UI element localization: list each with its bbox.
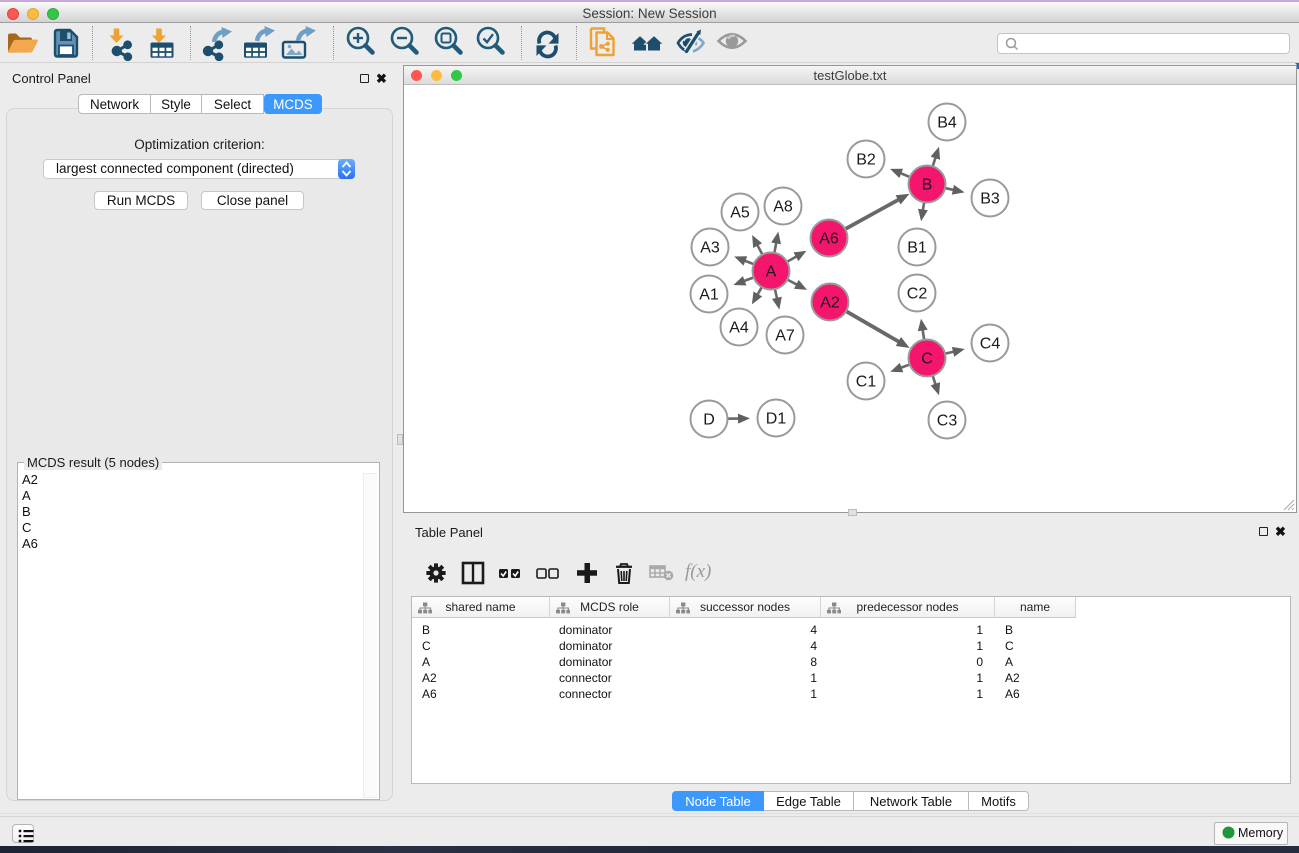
svg-text:D1: D1 — [766, 411, 787, 428]
svg-text:D: D — [703, 412, 715, 429]
svg-text:A5: A5 — [730, 205, 750, 222]
svg-text:C3: C3 — [937, 413, 958, 430]
svg-text:A3: A3 — [700, 240, 720, 257]
svg-text:B: B — [922, 177, 933, 194]
svg-text:C1: C1 — [856, 374, 877, 391]
svg-text:C: C — [921, 351, 933, 368]
svg-text:C4: C4 — [980, 336, 1001, 353]
svg-text:A: A — [766, 264, 777, 281]
svg-text:A1: A1 — [699, 287, 719, 304]
svg-text:B1: B1 — [907, 240, 927, 257]
svg-text:B4: B4 — [937, 115, 957, 132]
svg-text:B3: B3 — [980, 191, 1000, 208]
svg-text:C2: C2 — [907, 286, 928, 303]
svg-text:A4: A4 — [729, 320, 749, 337]
svg-text:A8: A8 — [773, 199, 793, 216]
svg-text:A2: A2 — [820, 295, 840, 312]
svg-text:A7: A7 — [775, 328, 795, 345]
svg-text:B2: B2 — [856, 152, 876, 169]
svg-text:A6: A6 — [819, 231, 839, 248]
